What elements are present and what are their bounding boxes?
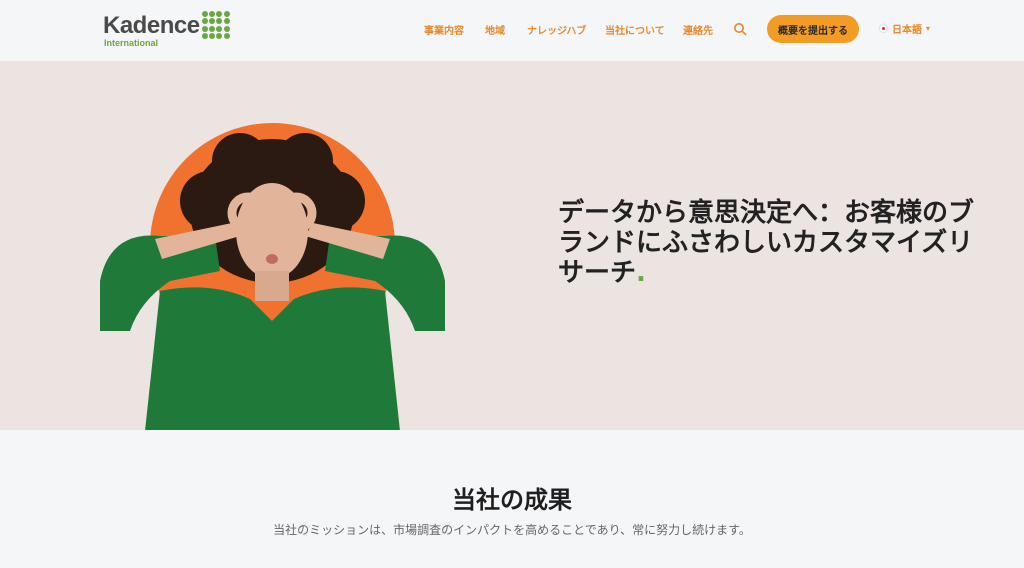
chevron-down-icon: ▾ — [926, 24, 931, 33]
results-subtitle: 当社のミッションは、市場調査のインパクトを高めることであり、常に努力し続けます。 — [273, 523, 751, 537]
results-section: 当社の成果 当社のミッションは、市場調査のインパクトを高めることであり、常に努力… — [0, 430, 1024, 568]
nav-item-knowledge-hub[interactable]: ナレッジハブ — [527, 22, 586, 37]
logo-dots-icon — [202, 11, 230, 39]
results-title: 当社の成果 — [452, 486, 572, 514]
logo[interactable]: Kadence International — [103, 10, 233, 50]
search-icon[interactable] — [733, 22, 747, 36]
nav-item-services[interactable]: 事業内容 — [424, 22, 464, 37]
hero-section: データから意思決定へ：お客様のブランドにふさわしいカスタマイズリサーチ. — [0, 61, 1024, 430]
site-header: Kadence International 事業内容 地域 ナレッジハブ 当社に… — [0, 0, 1024, 61]
hero-headline-dot: . — [636, 258, 646, 288]
logo-wordmark: Kadence — [103, 12, 200, 39]
hero-person-image — [100, 133, 445, 430]
logo-subtitle: International — [104, 38, 159, 48]
hero-headline-text: データから意思決定へ：お客様のブランドにふさわしいカスタマイズリサーチ — [558, 198, 975, 288]
nav-item-regions[interactable]: 地域 — [485, 22, 505, 37]
submit-brief-button[interactable]: 概要を提出する — [767, 15, 859, 43]
japan-flag-icon — [879, 24, 888, 33]
nav-item-contact[interactable]: 連絡先 — [683, 22, 713, 37]
language-label: 日本語 — [892, 25, 922, 36]
hero-headline: データから意思決定へ：お客様のブランドにふさわしいカスタマイズリサーチ. — [558, 198, 988, 288]
nav-item-about[interactable]: 当社について — [605, 22, 665, 37]
language-selector[interactable]: 日本語 ▾ — [879, 21, 930, 36]
